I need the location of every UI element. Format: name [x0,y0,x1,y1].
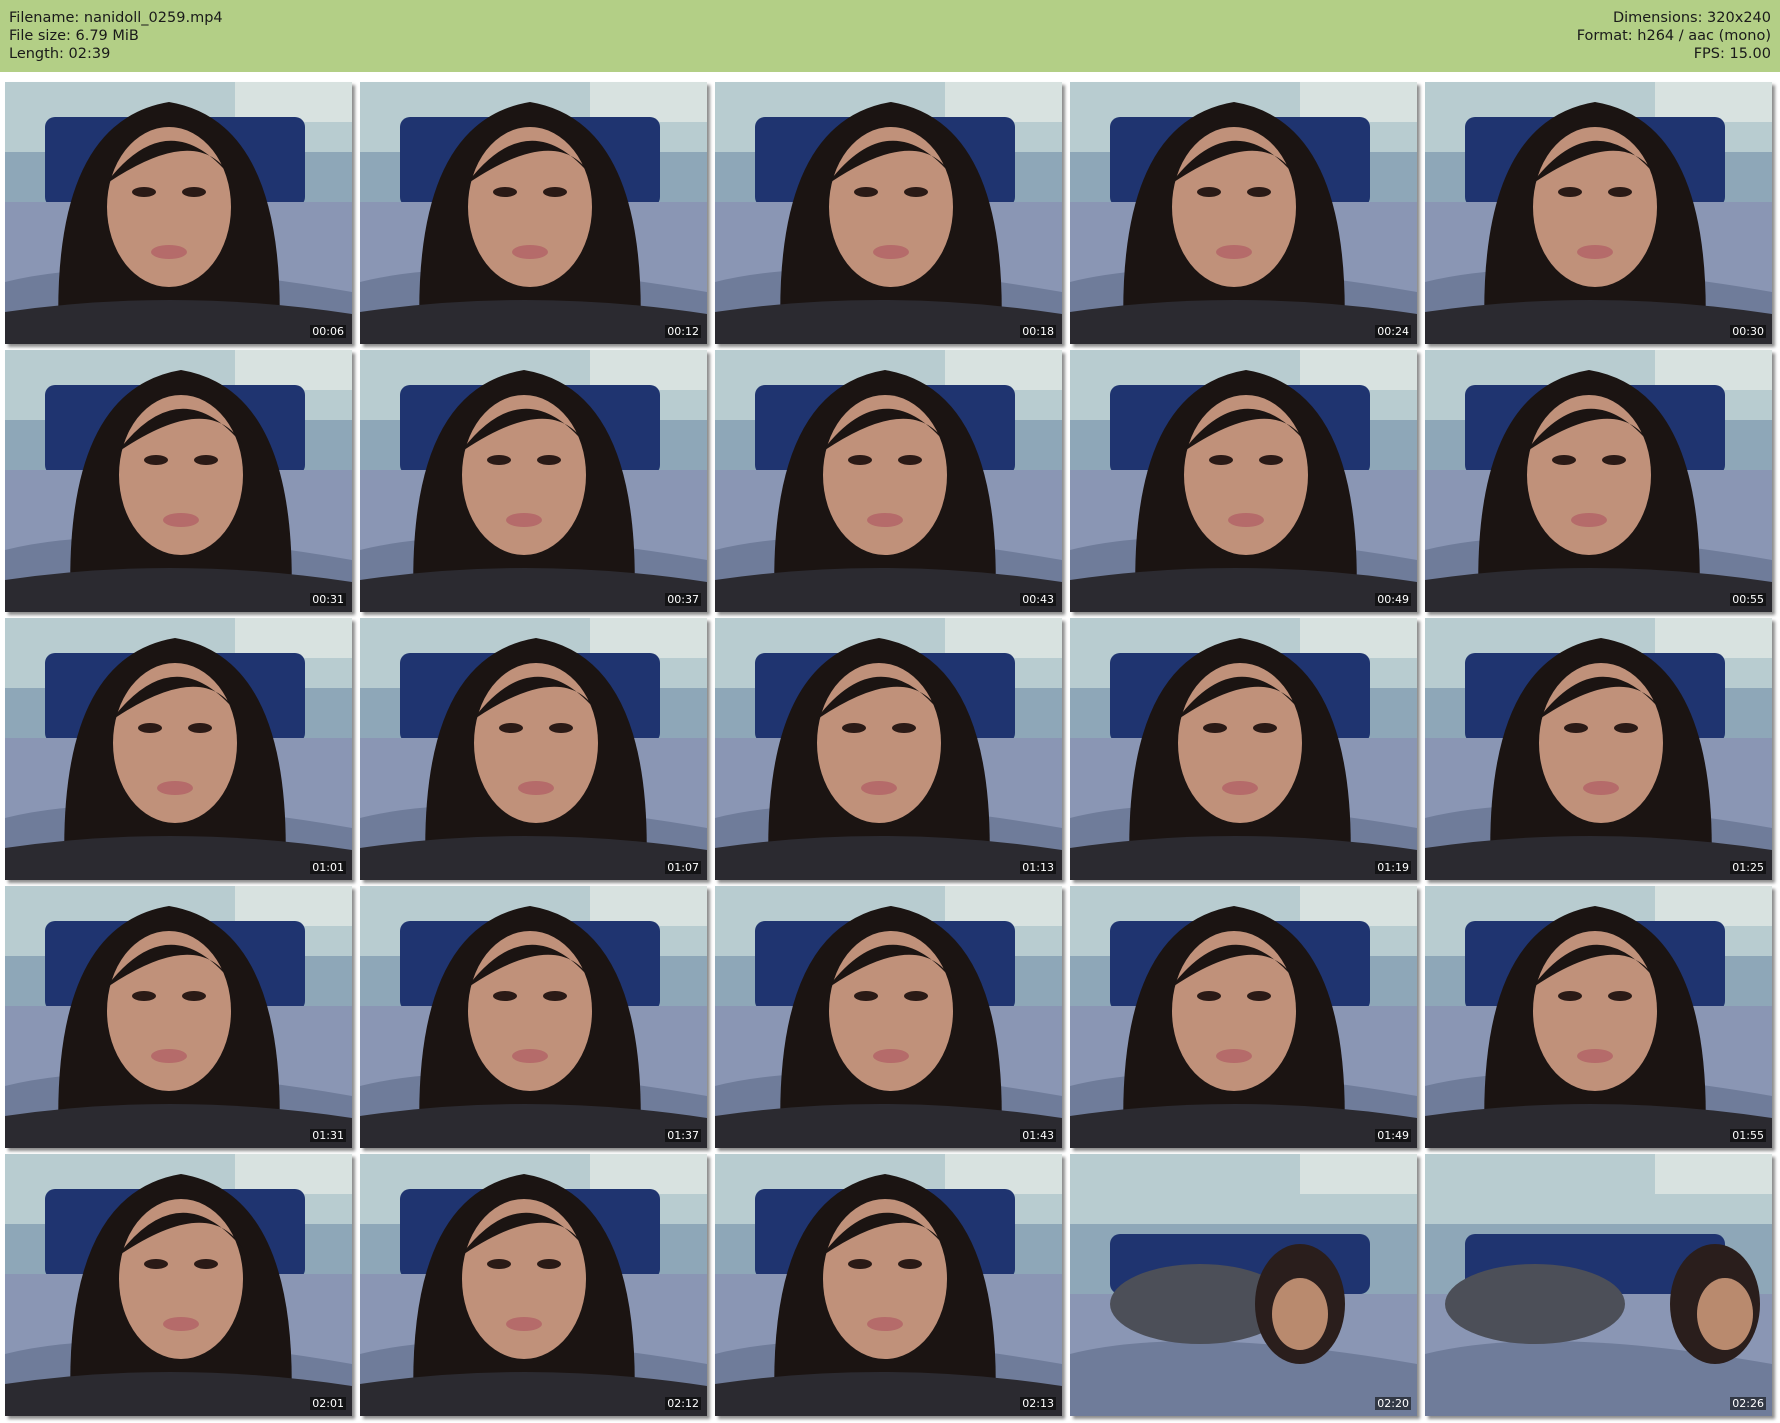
frame-image [5,618,352,880]
thumbnail-timestamp: 00:30 [1730,325,1766,338]
frame-image [715,82,1062,344]
frame-image [5,82,352,344]
frame-image [715,886,1062,1148]
thumbnail-timestamp: 01:25 [1730,861,1766,874]
format-label: Format: h264 / aac (mono) [1576,28,1771,44]
video-thumbnail: 01:19 [1070,618,1417,880]
frame-image [1070,350,1417,612]
frame-image [360,1154,707,1416]
frame-image [360,350,707,612]
frame-image [1425,1154,1772,1416]
video-thumbnail: 00:06 [5,82,352,344]
thumbnail-timestamp: 00:43 [1020,593,1056,606]
video-thumbnail: 00:30 [1425,82,1772,344]
frame-image [715,1154,1062,1416]
video-thumbnail: 00:55 [1425,350,1772,612]
frame-image [360,886,707,1148]
video-thumbnail: 02:26 [1425,1154,1772,1416]
frame-image [1070,1154,1417,1416]
thumbnail-grid: 00:06 00:12 00:18 00:24 00:30 00:31 00:37 00:43… [5,82,1775,1418]
thumbnail-timestamp: 00:18 [1020,325,1056,338]
frame-image [1070,886,1417,1148]
thumbnail-timestamp: 00:06 [310,325,346,338]
video-thumbnail: 01:01 [5,618,352,880]
video-thumbnail: 00:12 [360,82,707,344]
video-thumbnail: 02:20 [1070,1154,1417,1416]
video-thumbnail: 02:12 [360,1154,707,1416]
file-info-right: Dimensions: 320x240 Format: h264 / aac (… [1577,9,1771,63]
video-thumbnail: 02:13 [715,1154,1062,1416]
thumbnail-timestamp: 00:37 [665,593,701,606]
video-thumbnail: 00:18 [715,82,1062,344]
thumbnail-timestamp: 01:31 [310,1129,346,1142]
thumbnail-timestamp: 02:20 [1375,1397,1411,1410]
frame-image [5,886,352,1148]
frame-image [1070,618,1417,880]
frame-image [360,618,707,880]
thumbnail-timestamp: 01:13 [1020,861,1056,874]
thumbnail-timestamp: 00:55 [1730,593,1766,606]
video-thumbnail: 00:31 [5,350,352,612]
thumbnail-timestamp: 01:07 [665,861,701,874]
video-thumbnail: 01:55 [1425,886,1772,1148]
thumbnail-timestamp: 00:49 [1375,593,1411,606]
thumbnail-timestamp: 01:43 [1020,1129,1056,1142]
video-thumbnail: 00:49 [1070,350,1417,612]
dimensions-label: Dimensions: 320x240 [1612,10,1771,26]
thumbnail-timestamp: 01:49 [1375,1129,1411,1142]
thumbnail-timestamp: 02:12 [665,1397,701,1410]
info-header: Filename: nanidoll_0259.mp4 File size: 6… [0,0,1780,72]
frame-image [1425,618,1772,880]
video-thumbnail: 01:49 [1070,886,1417,1148]
fps-label: FPS: 15.00 [1693,46,1771,62]
video-thumbnail: 00:24 [1070,82,1417,344]
thumbnail-timestamp: 01:01 [310,861,346,874]
video-thumbnail: 01:31 [5,886,352,1148]
frame-image [1425,886,1772,1148]
video-thumbnail: 00:37 [360,350,707,612]
thumbnail-timestamp: 01:55 [1730,1129,1766,1142]
thumbnail-timestamp: 02:26 [1730,1397,1766,1410]
thumbnail-timestamp: 01:37 [665,1129,701,1142]
length-label: Length: 02:39 [9,46,111,62]
frame-image [715,350,1062,612]
frame-image [360,82,707,344]
video-thumbnail: 01:43 [715,886,1062,1148]
video-thumbnail: 01:25 [1425,618,1772,880]
thumbnail-timestamp: 02:01 [310,1397,346,1410]
frame-image [715,618,1062,880]
thumbnail-timestamp: 00:24 [1375,325,1411,338]
video-thumbnail: 01:07 [360,618,707,880]
frame-image [1425,350,1772,612]
frame-image [1070,82,1417,344]
thumbnail-timestamp: 00:12 [665,325,701,338]
frame-image [1425,82,1772,344]
thumbnail-timestamp: 00:31 [310,593,346,606]
file-info-left: Filename: nanidoll_0259.mp4 File size: 6… [9,9,223,63]
video-thumbnail: 01:37 [360,886,707,1148]
frame-image [5,1154,352,1416]
frame-image [5,350,352,612]
thumbnail-timestamp: 02:13 [1020,1397,1056,1410]
filename-label: Filename: nanidoll_0259.mp4 [9,10,223,26]
video-thumbnail: 01:13 [715,618,1062,880]
video-thumbnail: 00:43 [715,350,1062,612]
thumbnail-timestamp: 01:19 [1375,861,1411,874]
file-size-label: File size: 6.79 MiB [9,28,139,44]
video-thumbnail: 02:01 [5,1154,352,1416]
